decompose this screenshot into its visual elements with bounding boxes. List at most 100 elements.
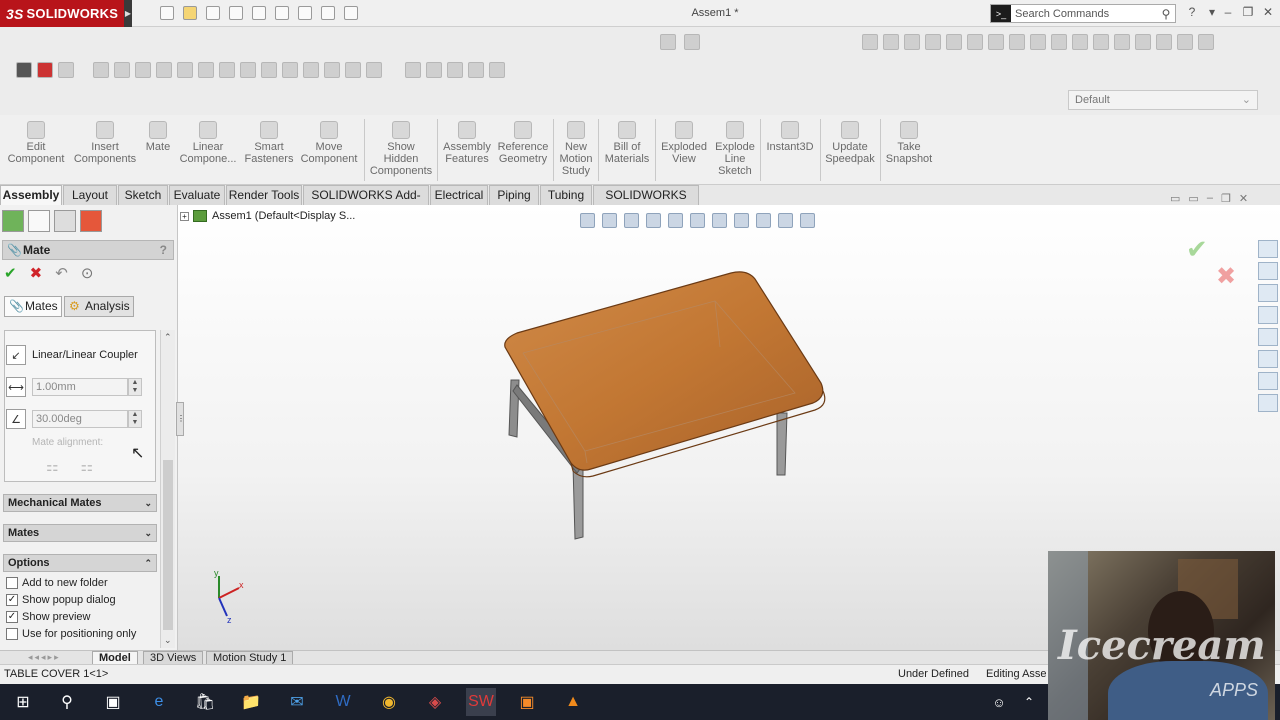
recorder-icon[interactable]: ▣	[512, 688, 542, 716]
aligned-icon[interactable]: ⚏	[46, 458, 59, 474]
app-icon[interactable]: ◈	[420, 688, 450, 716]
help-icon[interactable]: ?	[1184, 5, 1200, 19]
section-view-icon[interactable]	[646, 213, 661, 228]
tool-icon[interactable]	[1114, 34, 1130, 50]
store-icon[interactable]: 🛍	[190, 688, 220, 716]
tool-icon[interactable]	[904, 34, 920, 50]
print-icon[interactable]	[229, 6, 243, 20]
options-group[interactable]: Options ⌃	[3, 554, 157, 572]
tile-view-icon[interactable]: ▭	[1188, 192, 1198, 205]
angle-input[interactable]: 30.00deg	[32, 410, 128, 428]
tool-icon[interactable]	[925, 34, 941, 50]
tab-evaluate[interactable]: Evaluate	[169, 185, 225, 205]
configuration-dropdown[interactable]: Default ⌄	[1068, 90, 1258, 110]
dynamic-annotation-icon[interactable]	[668, 213, 683, 228]
checkbox-checked[interactable]: ✓	[6, 593, 18, 606]
people-icon[interactable]: ☺	[984, 688, 1014, 716]
tool-icon[interactable]	[1135, 34, 1151, 50]
close-icon[interactable]: ✕	[1260, 5, 1276, 19]
options-icon[interactable]	[344, 6, 358, 20]
camera-icon[interactable]	[16, 62, 32, 78]
tool-icon[interactable]	[405, 62, 421, 78]
solidworks-taskbar-icon[interactable]: SW	[466, 688, 496, 716]
viewport-minimize-icon[interactable]: –	[1207, 192, 1213, 205]
tool-icon[interactable]	[135, 62, 151, 78]
toolbox-icon[interactable]	[1258, 394, 1278, 412]
tab-sketch[interactable]: Sketch	[118, 185, 168, 205]
assembly-features-button[interactable]: Assembly Features	[440, 121, 494, 165]
tab-tubing[interactable]: Tubing	[540, 185, 592, 205]
feature-tree-flyout[interactable]: + Assem1 (Default<Display S...	[180, 210, 355, 222]
move-component-button[interactable]: Move Component	[298, 121, 360, 165]
tool-icon[interactable]	[114, 62, 130, 78]
open-folder-icon[interactable]	[183, 6, 197, 20]
option-show-popup-dialog[interactable]: ✓ Show popup dialog	[6, 592, 116, 607]
table-3d-model[interactable]	[495, 265, 835, 550]
hide-show-icon[interactable]	[734, 213, 749, 228]
property-manager-icon[interactable]	[28, 210, 50, 232]
distance-spinner[interactable]: ▲ ▼	[128, 378, 142, 396]
linear-coupler-mate[interactable]: ↙ Linear/Linear Coupler	[6, 345, 156, 365]
confirm-cancel-icon[interactable]: ✖	[1216, 262, 1236, 291]
tab-electrical[interactable]: Electrical	[430, 185, 488, 205]
tool-icon[interactable]	[988, 34, 1004, 50]
tool-icon[interactable]	[1072, 34, 1088, 50]
tool-icon[interactable]	[1009, 34, 1025, 50]
reference-geometry-button[interactable]: Reference Geometry	[496, 121, 550, 165]
tool-icon[interactable]	[177, 62, 193, 78]
search-commands[interactable]: >_ Search Commands ⚲	[990, 4, 1176, 23]
save-icon[interactable]	[206, 6, 220, 20]
viewport-restore-icon[interactable]: ❐	[1221, 192, 1231, 205]
system-tray-arrow-icon[interactable]: ⌃	[1014, 688, 1044, 716]
tab-mates[interactable]: 📎 Mates	[4, 296, 62, 317]
tool-icon[interactable]	[324, 62, 340, 78]
cancel-icon[interactable]: ✖	[30, 265, 43, 282]
distance-input[interactable]: 1.00mm	[32, 378, 128, 396]
tool-icon[interactable]	[862, 34, 878, 50]
edge-browser-icon[interactable]: e	[144, 688, 174, 716]
tool-icon[interactable]	[261, 62, 277, 78]
configuration-manager-icon[interactable]	[54, 210, 76, 232]
new-document-icon[interactable]	[160, 6, 174, 20]
view-settings-icon[interactable]	[800, 213, 815, 228]
tab-scroll-arrows[interactable]: ◂◂◂▸▸	[28, 652, 61, 663]
apply-scene-icon[interactable]	[778, 213, 793, 228]
mate-button[interactable]: Mate	[142, 121, 174, 153]
expand-icon[interactable]: +	[180, 211, 189, 221]
mechanical-mates-group[interactable]: Mechanical Mates ⌄	[3, 494, 157, 512]
tool-icon[interactable]	[93, 62, 109, 78]
tab-motion-study[interactable]: Motion Study 1	[206, 651, 294, 665]
solidworks-resources-icon[interactable]	[1258, 240, 1278, 258]
viewport-close-icon[interactable]: ✕	[1239, 192, 1248, 205]
scroll-up-icon[interactable]: ⌃	[164, 332, 172, 343]
tab-piping[interactable]: Piping	[489, 185, 539, 205]
exploded-view-button[interactable]: Exploded View	[658, 121, 710, 165]
tool-icon[interactable]	[58, 62, 74, 78]
tool-icon[interactable]	[1051, 34, 1067, 50]
tab-3d-views[interactable]: 3D Views	[143, 651, 204, 665]
tool-icon[interactable]	[883, 34, 899, 50]
solidworks-logo[interactable]: 3S SOLIDWORKS	[0, 0, 124, 27]
tool-icon[interactable]	[468, 62, 484, 78]
menu-expand-icon[interactable]: ▶	[124, 0, 132, 27]
split-view-icon[interactable]: ▭	[1170, 192, 1180, 205]
edit-component-button[interactable]: Edit Component	[4, 121, 68, 165]
view-palette-icon[interactable]	[1258, 306, 1278, 324]
tool-icon[interactable]	[156, 62, 172, 78]
tool-icon[interactable]	[219, 62, 235, 78]
tool-icon[interactable]	[1156, 34, 1172, 50]
display-style-icon[interactable]	[712, 213, 727, 228]
tool-icon[interactable]	[282, 62, 298, 78]
explode-line-sketch-button[interactable]: Explode Line Sketch	[712, 121, 758, 177]
tool-icon[interactable]	[1198, 34, 1214, 50]
tool-icon[interactable]	[198, 62, 214, 78]
angle-spinner[interactable]: ▲ ▼	[128, 410, 142, 428]
search-icon[interactable]: ⚲	[1157, 7, 1175, 21]
tool-icon[interactable]	[447, 62, 463, 78]
confirm-ok-icon[interactable]: ✔	[1186, 234, 1208, 265]
file-explorer-icon[interactable]: 📁	[236, 688, 266, 716]
show-hidden-button[interactable]: Show Hidden Components	[368, 121, 434, 177]
tab-assembly[interactable]: Assembly	[0, 185, 62, 205]
ok-icon[interactable]: ✔	[4, 265, 17, 282]
feature-manager-icon[interactable]	[2, 210, 24, 232]
